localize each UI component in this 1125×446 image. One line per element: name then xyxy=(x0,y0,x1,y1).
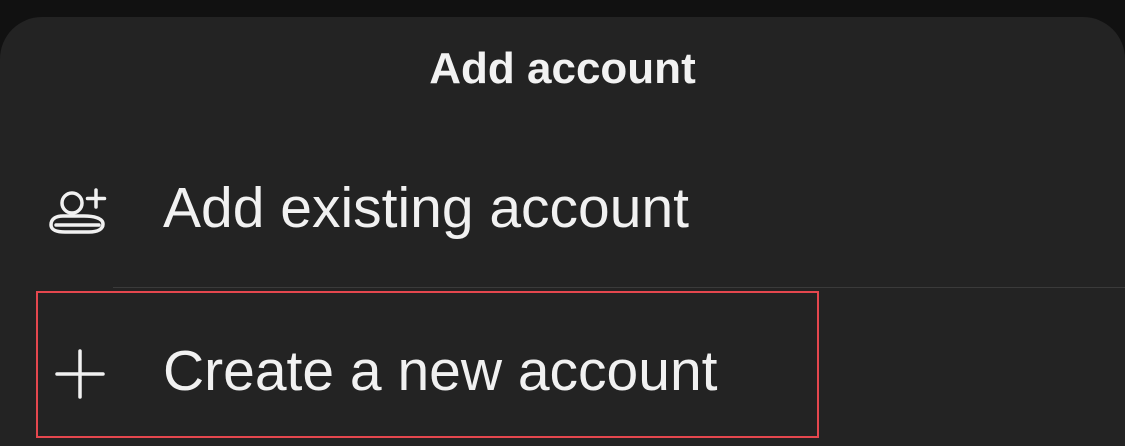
create-new-account-option[interactable]: Create a new account xyxy=(0,288,1125,430)
add-account-sheet: Add account Add existing account Create … xyxy=(0,17,1125,446)
add-person-icon xyxy=(49,188,107,234)
add-existing-account-option[interactable]: Add existing account xyxy=(0,141,1125,283)
plus-icon xyxy=(55,349,105,399)
create-new-account-label: Create a new account xyxy=(163,339,718,403)
add-account-screen: Add account Add existing account Create … xyxy=(0,0,1125,446)
add-existing-account-label: Add existing account xyxy=(163,176,689,240)
sheet-title: Add account xyxy=(429,44,696,93)
